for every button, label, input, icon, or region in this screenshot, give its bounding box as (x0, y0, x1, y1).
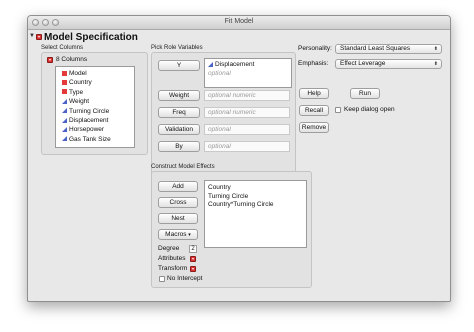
no-intercept-label: No Intercept (167, 275, 203, 282)
freq-role-field[interactable]: optional numeric (204, 107, 290, 118)
emphasis-value: Effect Leverage (340, 60, 386, 67)
continuous-column-icon (62, 98, 67, 104)
nominal-column-icon (62, 79, 67, 85)
red-triangle-menu-icon[interactable] (36, 34, 42, 40)
dropdown-arrow-icon: ▾ (188, 232, 191, 238)
window-title: Fit Model (224, 18, 254, 25)
column-count-label: 8 Columns (56, 56, 88, 63)
column-name: Weight (69, 98, 90, 106)
emphasis-select[interactable]: Effect Leverage ⬍ (335, 59, 442, 69)
column-name: Gas Tank Size (69, 135, 111, 143)
column-list-item[interactable]: Model (62, 70, 87, 77)
column-name: Displacement (69, 117, 109, 124)
attributes-menu-icon[interactable] (190, 256, 196, 262)
select-arrows-icon: ⬍ (433, 46, 438, 52)
nominal-column-icon (62, 70, 67, 76)
help-button[interactable]: Help (299, 88, 329, 99)
by-role-button[interactable]: By (158, 141, 200, 152)
y-role-optional: optional (208, 70, 231, 77)
attributes-label: Attributes (158, 255, 186, 262)
column-name: Turning Circle (69, 107, 110, 115)
freq-role-button[interactable]: Freq (158, 107, 200, 118)
recall-button[interactable]: Recall (299, 105, 329, 116)
personality-value: Standard Least Squares (340, 45, 411, 52)
y-role-list[interactable]: Displacement optional (204, 58, 292, 88)
model-effect-item[interactable]: Country (208, 184, 231, 191)
column-list-item[interactable]: Displacement (62, 117, 108, 124)
y-role-entry[interactable]: Displacement (208, 61, 254, 68)
by-role-field[interactable]: optional (204, 141, 290, 152)
continuous-column-icon (62, 136, 67, 142)
column-list[interactable]: Model Country Type Weight Turning Circle Disp… (55, 66, 135, 148)
run-button[interactable]: Run (350, 88, 380, 99)
nest-button[interactable]: Nest (158, 213, 198, 224)
emphasis-label: Emphasis: (298, 60, 329, 67)
y-role-button[interactable]: Y (158, 60, 200, 71)
continuous-column-icon (62, 108, 67, 114)
degree-value[interactable]: 2 (189, 245, 197, 253)
model-effects-list[interactable]: Country Turning Circle Country*Turning Cir… (204, 180, 307, 248)
pick-role-label: Pick Role Variables (151, 45, 203, 51)
columns-menu-icon[interactable] (47, 57, 53, 63)
column-name: Horsepower (69, 126, 105, 134)
title-bar: Fit Model (28, 16, 450, 30)
transform-label: Transform (158, 265, 188, 272)
nominal-column-icon (62, 89, 67, 95)
column-name: Country (69, 79, 92, 87)
validation-role-button[interactable]: Validation (158, 124, 200, 135)
y-role-value: Displacement (215, 61, 255, 68)
personality-label: Personality: (298, 45, 332, 52)
continuous-column-icon (208, 61, 213, 67)
select-arrows-icon: ⬍ (433, 61, 438, 67)
weight-role-field[interactable]: optional numeric (204, 90, 290, 101)
fit-model-window: Fit Model ▼ Model Specification Select C… (27, 15, 451, 302)
keep-dialog-open-checkbox[interactable] (335, 107, 341, 113)
add-button[interactable]: Add (158, 181, 198, 192)
remove-button[interactable]: Remove (299, 122, 329, 133)
model-effect-item[interactable]: Country*Turning Circle (208, 201, 274, 208)
column-list-item[interactable]: Gas Tank Size (62, 136, 111, 143)
degree-label: Degree (158, 245, 180, 252)
column-list-item[interactable]: Country (62, 79, 92, 86)
macros-label: Macros (165, 231, 187, 238)
continuous-column-icon (62, 126, 67, 132)
column-list-item[interactable]: Horsepower (62, 126, 104, 133)
personality-select[interactable]: Standard Least Squares ⬍ (335, 44, 442, 54)
macros-button[interactable]: Macros ▾ (158, 229, 198, 240)
column-list-item[interactable]: Type (62, 89, 83, 96)
model-specification-title: Model Specification (44, 32, 138, 43)
select-columns-label: Select Columns (41, 45, 84, 51)
column-list-item[interactable]: Turning Circle (62, 108, 109, 115)
model-effect-item[interactable]: Turning Circle (208, 193, 248, 200)
continuous-column-icon (62, 117, 67, 123)
column-list-item[interactable]: Weight (62, 98, 89, 105)
disclosure-triangle-icon[interactable]: ▼ (29, 33, 35, 39)
column-name: Type (69, 88, 84, 96)
validation-role-field[interactable]: optional (204, 124, 290, 135)
transform-menu-icon[interactable] (190, 266, 196, 272)
no-intercept-checkbox[interactable] (159, 276, 165, 282)
construct-effects-label: Construct Model Effects (151, 164, 215, 170)
cross-button[interactable]: Cross (158, 197, 198, 208)
column-name: Model (69, 70, 87, 77)
keep-dialog-open-label: Keep dialog open (344, 106, 395, 113)
weight-role-button[interactable]: Weight (158, 90, 200, 101)
